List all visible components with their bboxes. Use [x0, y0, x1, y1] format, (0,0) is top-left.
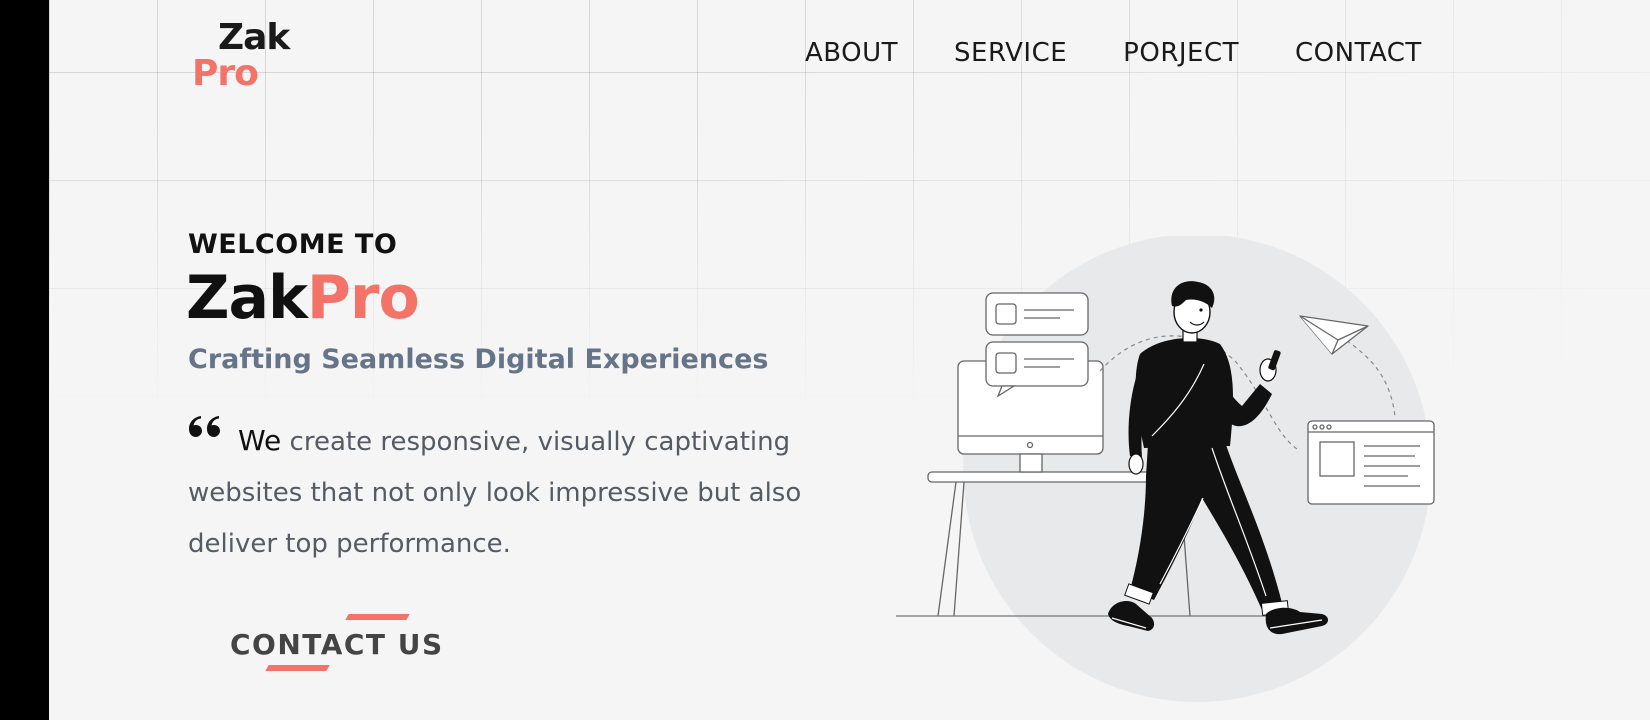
browser-window — [1307, 420, 1435, 505]
chat-bubbles — [985, 292, 1089, 398]
brand-part-pro: Pro — [306, 263, 420, 333]
brand-title: ZakPro — [186, 268, 420, 328]
contact-us-label: CONTACT US — [230, 628, 444, 661]
tagline: Crafting Seamless Digital Experiences — [188, 344, 769, 375]
nav-service[interactable]: SERVICE — [954, 38, 1067, 68]
welcome-heading: WELCOME TO — [188, 229, 398, 260]
contact-us-button[interactable]: CONTACT US — [230, 612, 460, 672]
main-nav: ABOUT SERVICE PORJECT CONTACT — [805, 38, 1422, 68]
cta-bottom-accent — [265, 665, 330, 671]
brand-part-zak: Zak — [186, 263, 308, 333]
logo-zak: Zak — [218, 17, 290, 58]
cta-top-accent — [345, 614, 410, 620]
nav-project[interactable]: PORJECT — [1123, 38, 1239, 68]
hero-description: We create responsive, visually captivati… — [188, 415, 828, 570]
left-edge-bar — [0, 0, 49, 720]
logo[interactable]: Zak Pro — [190, 20, 300, 96]
left-hand — [1128, 453, 1144, 475]
quote-lead-word: We — [238, 424, 282, 457]
logo-pro: Pro — [192, 53, 259, 94]
man-walking-with-phone-illustration — [896, 236, 1435, 702]
nav-contact[interactable]: CONTACT — [1295, 38, 1422, 68]
nav-about[interactable]: ABOUT — [805, 38, 898, 68]
